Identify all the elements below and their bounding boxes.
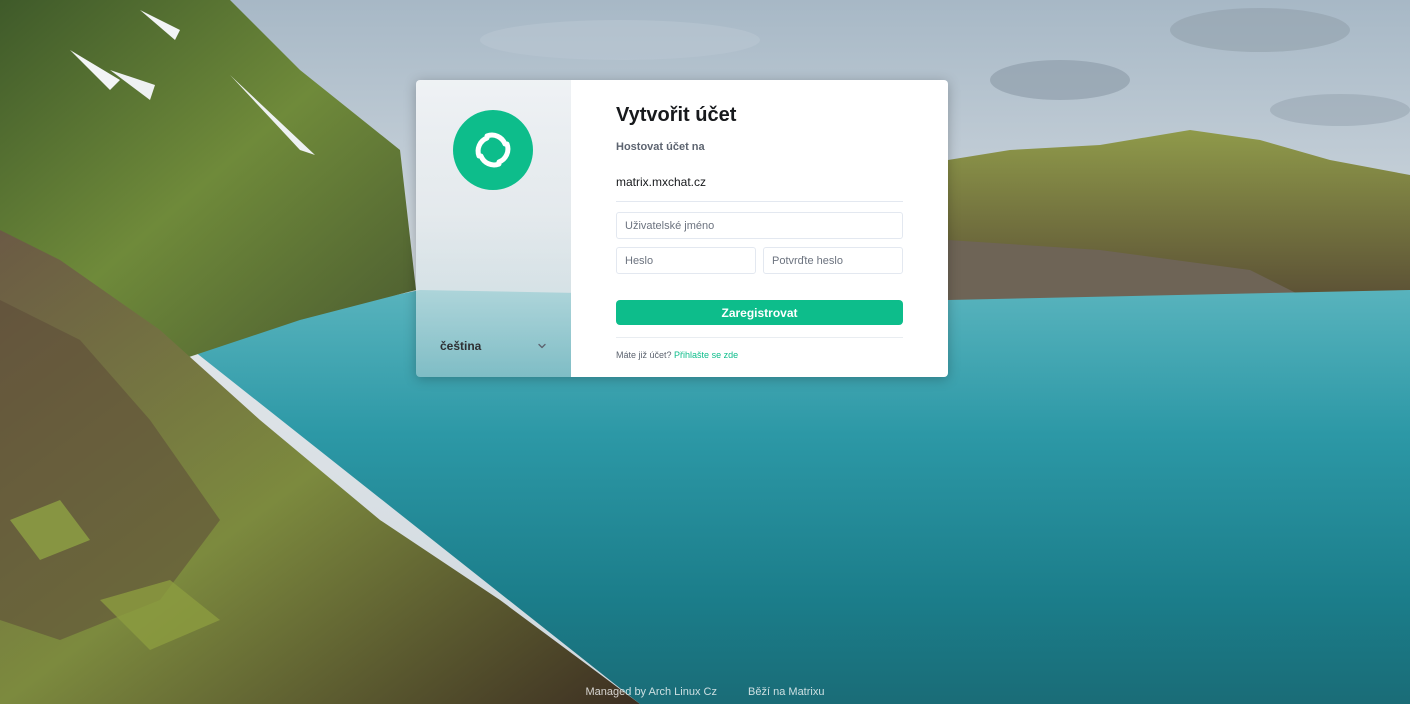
password-row [616,247,903,274]
page-title: Vytvořit účet [616,104,737,126]
password-input[interactable] [616,247,756,274]
register-button[interactable]: Zaregistrovat [616,300,903,325]
host-server-value: matrix.mxchat.cz [616,175,903,202]
registration-form: Vytvořit účet Hostovat účet na matrix.mx… [571,80,948,377]
login-link[interactable]: Přihlašte se zde [674,350,738,360]
username-input[interactable] [616,212,903,239]
confirm-password-input[interactable] [763,247,903,274]
footer: Managed by Arch Linux Cz Běží na Matrixu [0,686,1410,698]
divider [616,337,903,338]
card-sidebar: čeština [416,80,571,377]
chevron-down-icon [538,343,546,349]
registration-card: čeština Vytvořit účet Hostovat účet na m… [416,80,948,377]
language-label: čeština [440,339,482,353]
powered-by-matrix-link[interactable]: Běží na Matrixu [748,686,824,698]
have-account-text: Máte již účet? [616,350,672,360]
login-prompt: Máte již účet? Přihlašte se zde [616,350,903,360]
managed-by-link[interactable]: Managed by Arch Linux Cz [586,686,717,698]
host-label: Hostovat účet na [616,141,705,153]
element-logo-icon [453,110,533,190]
language-dropdown[interactable]: čeština [440,336,548,356]
